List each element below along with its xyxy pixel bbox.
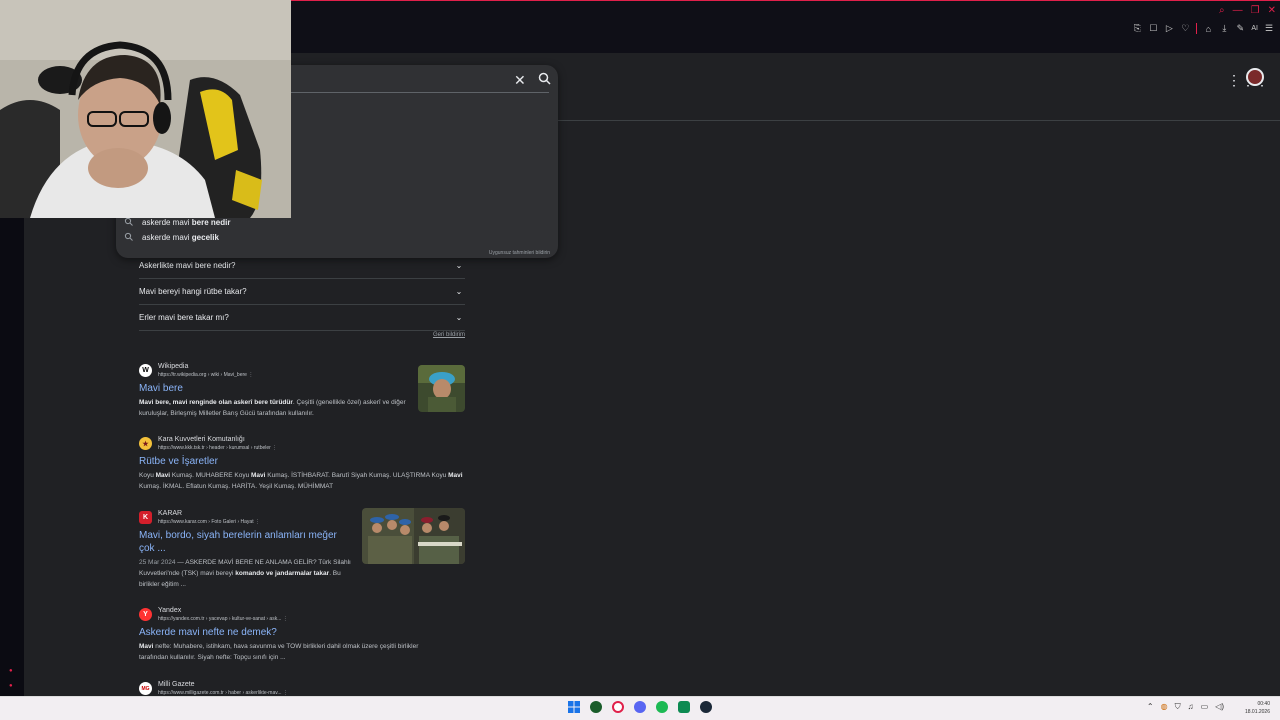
- search-icon[interactable]: [537, 71, 553, 87]
- ai-label[interactable]: AI: [1251, 25, 1258, 32]
- clear-search-icon[interactable]: ✕: [514, 72, 526, 89]
- ai-pen-icon[interactable]: ✎: [1235, 23, 1245, 34]
- result-url: https://yandex.com.tr › yacevap › kultur…: [158, 616, 288, 622]
- related-question[interactable]: Erler mavi bere takar mı? ⌄: [139, 305, 465, 331]
- tray-mic-icon[interactable]: ♫: [1188, 702, 1194, 712]
- result-source[interactable]: Y Yandex https://yandex.com.tr › yacevap…: [139, 606, 465, 623]
- taskbar-apps: [568, 701, 712, 713]
- more-options-icon[interactable]: ⋮: [248, 372, 253, 378]
- result-source[interactable]: ★ Kara Kuvvetleri Komutanlığı https://ww…: [139, 435, 465, 452]
- wikipedia-favicon-icon: W: [139, 364, 152, 377]
- question-text: Askerlikte mavi bere nedir?: [139, 261, 236, 270]
- terminal-icon[interactable]: [678, 701, 690, 713]
- result-site-name: Kara Kuvvetleri Komutanlığı: [158, 436, 245, 443]
- toolbar-icons: ⎘ ☐ ▷ ♡ ⌂ ⤓ ✎ AI ☰: [1132, 23, 1274, 34]
- search-result: W Wikipedia https://tr.wikipedia.org › w…: [139, 362, 465, 419]
- chevron-down-icon: ⌄: [455, 313, 463, 322]
- vpn-icon[interactable]: ⌂: [1203, 24, 1213, 34]
- chevron-down-icon: ⌄: [455, 287, 463, 296]
- spotify-icon[interactable]: [656, 701, 668, 713]
- close-window-icon[interactable]: ✕: [1268, 5, 1276, 16]
- chevron-down-icon: ⌄: [455, 261, 463, 270]
- question-text: Mavi bereyi hangi rütbe takar?: [139, 287, 247, 296]
- result-thumbnail[interactable]: [362, 508, 465, 564]
- result-source[interactable]: W Wikipedia https://tr.wikipedia.org › w…: [139, 362, 465, 379]
- search-result: ★ Kara Kuvvetleri Komutanlığı https://ww…: [139, 435, 465, 492]
- search-result: Y Yandex https://yandex.com.tr › yacevap…: [139, 606, 465, 663]
- result-title-link[interactable]: Askerde mavi nefte ne demek?: [139, 626, 465, 639]
- report-predictions-link[interactable]: Uygunsuz tahminleri bildirin: [489, 250, 550, 256]
- result-site-name: Yandex: [158, 607, 182, 614]
- result-thumbnail[interactable]: [418, 365, 465, 412]
- tray-volume-icon[interactable]: ◁): [1215, 702, 1224, 712]
- tray-shield-icon[interactable]: ⛉: [1175, 702, 1181, 712]
- result-title-link[interactable]: Mavi bere: [139, 382, 465, 395]
- screen: ⌕ — ❐ ✕ ⎘ ☐ ▷ ♡ ⌂ ⤓ ✎ AI ☰ ● ● ⋮ ⋮ ⋮ Asker…: [0, 0, 1280, 720]
- heart-icon[interactable]: ♡: [1180, 23, 1190, 34]
- search-suggestion[interactable]: askerde mavi bere nedir: [124, 217, 230, 227]
- result-snippet: Mavi bere, mavi renginde olan askerî ber…: [139, 399, 406, 417]
- result-url: https://www.karar.com › Foto Galeri › Ha…: [158, 519, 260, 525]
- result-source[interactable]: MG Milli Gazete https://www.milligazete.…: [139, 680, 465, 697]
- milligazete-favicon-icon: MG: [139, 682, 152, 695]
- maximize-icon[interactable]: ❐: [1251, 5, 1260, 16]
- sidebar-status-icon[interactable]: ●: [9, 668, 13, 674]
- result-title-link[interactable]: Rütbe ve İşaretler: [139, 455, 465, 468]
- windows-start-icon[interactable]: [568, 701, 580, 713]
- window-controls: ⌕ — ❐ ✕: [1219, 5, 1276, 16]
- karar-favicon-icon: K: [139, 511, 152, 524]
- tray-app-icon[interactable]: ◍: [1161, 702, 1168, 712]
- result-title-link[interactable]: Mavi, bordo, siyah berelerin anlamları m…: [139, 529, 349, 555]
- webcam-overlay: [0, 0, 291, 218]
- taskbar: ⌃ ◍ ⛉ ♫ ▭ ◁) 00:40 18.01.2026: [0, 696, 1280, 720]
- search-divider: [291, 92, 549, 93]
- system-clock[interactable]: 00:40 18.01.2026: [1245, 700, 1270, 716]
- screenshot-icon[interactable]: ☐: [1148, 23, 1158, 34]
- tray-overflow-icon[interactable]: ⌃: [1147, 702, 1154, 712]
- account-avatar[interactable]: [1246, 68, 1264, 86]
- minimize-icon[interactable]: —: [1233, 5, 1243, 16]
- result-snippet: Koyu Mavi Kumaş. MUHABERE Koyu Mavi Kuma…: [139, 472, 463, 490]
- steam-icon[interactable]: [700, 701, 712, 713]
- xbox-icon[interactable]: [590, 701, 602, 713]
- result-site-name: KARAR: [158, 510, 183, 517]
- result-site-name: Milli Gazete: [158, 681, 195, 688]
- search-tabs-icon[interactable]: ⌕: [1219, 5, 1225, 16]
- kkk-favicon-icon: ★: [139, 437, 152, 450]
- more-options-icon[interactable]: ⋮: [283, 616, 288, 622]
- clock-date: 18.01.2026: [1244, 709, 1270, 715]
- result-site-name: Wikipedia: [158, 363, 189, 370]
- related-question[interactable]: Mavi bereyi hangi rütbe takar? ⌄: [139, 279, 465, 305]
- menu-icon[interactable]: ☰: [1264, 23, 1274, 34]
- discord-icon[interactable]: [634, 701, 646, 713]
- tray-network-icon[interactable]: ▭: [1201, 702, 1209, 712]
- result-snippet: 25 Mar 2024 — ASKERDE MAVİ BERE NE ANLAM…: [139, 559, 351, 588]
- more-options-icon[interactable]: ⋮: [272, 445, 277, 451]
- feedback-link[interactable]: Geri bildirim: [433, 332, 465, 338]
- sidebar-dot-icon[interactable]: ●: [9, 683, 13, 689]
- result-url: https://tr.wikipedia.org › wiki › Mavi_b…: [158, 372, 254, 378]
- bookmark-icon[interactable]: ⎘: [1132, 23, 1142, 34]
- opera-gx-icon[interactable]: [612, 701, 624, 713]
- toolbar-separator: [1196, 23, 1198, 34]
- question-text: Erler mavi bere takar mı?: [139, 313, 229, 322]
- play-icon[interactable]: ▷: [1164, 23, 1174, 34]
- yandex-favicon-icon: Y: [139, 608, 152, 621]
- result-date: 25 Mar 2024: [139, 559, 176, 566]
- result-snippet: Mavi nefte: Muhabere, istihkam, hava sav…: [139, 643, 419, 661]
- clock-time: 00:40: [1257, 701, 1270, 707]
- search-icon: [124, 217, 133, 226]
- download-icon[interactable]: ⤓: [1219, 23, 1229, 34]
- more-options-icon[interactable]: ⋮: [255, 519, 260, 525]
- result-url: https://www.kkk.tsk.tr › header › kurums…: [158, 445, 278, 451]
- system-tray: ⌃ ◍ ⛉ ♫ ▭ ◁): [1147, 702, 1224, 712]
- search-suggestion[interactable]: askerde mavi gecelik: [124, 232, 219, 242]
- search-result: MG Milli Gazete https://www.milligazete.…: [139, 680, 465, 697]
- search-icon: [124, 232, 133, 241]
